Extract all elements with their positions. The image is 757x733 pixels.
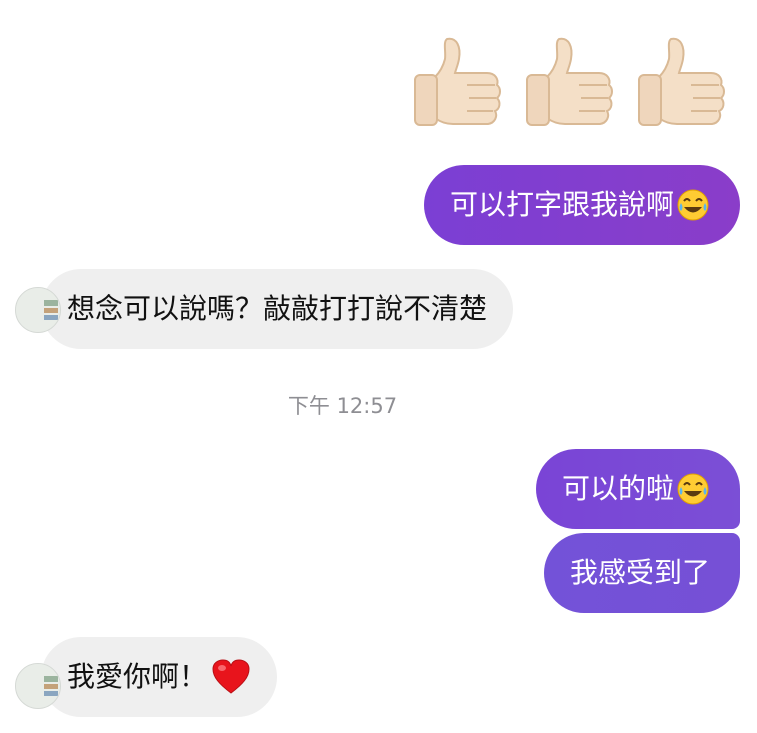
- avatar-image: [16, 288, 60, 332]
- message-bubble-incoming[interactable]: 想念可以說嗎？敲敲打打說不清楚: [15, 269, 514, 349]
- message-text: 可以打字跟我說啊: [449, 188, 674, 221]
- thumbs-up-icon: [526, 37, 613, 126]
- avatar[interactable]: [15, 287, 61, 333]
- message-timestamp: 下午 12:57: [287, 394, 398, 418]
- face-with-tears-of-joy-icon: [677, 473, 709, 505]
- thumbs-up-reaction-row[interactable]: [409, 33, 733, 133]
- message-text: 可以的啦: [561, 472, 674, 505]
- message-bubble-outgoing[interactable]: 可以打字跟我說啊: [423, 165, 740, 245]
- avatar-image: [16, 664, 60, 708]
- red-heart-icon: [212, 659, 250, 694]
- message-bubble-outgoing[interactable]: 我感受到了: [543, 533, 740, 613]
- chat-thread: 可以打字跟我說啊 想念可以說嗎？敲敲打打說不清楚 下午 12:57 可以的啦 我…: [0, 0, 757, 733]
- message-bubble-incoming[interactable]: 我愛你啊！: [15, 637, 278, 717]
- avatar[interactable]: [15, 663, 61, 709]
- message-text: 我愛你啊！: [67, 660, 208, 693]
- thumbs-up-icon: [638, 37, 725, 126]
- thumbs-up-icon: [414, 37, 501, 126]
- message-bubble-outgoing[interactable]: 可以的啦: [535, 449, 740, 529]
- face-with-tears-of-joy-icon: [677, 189, 709, 221]
- message-text: 想念可以說嗎？敲敲打打說不清楚: [67, 292, 488, 325]
- message-text: 我感受到了: [569, 556, 710, 589]
